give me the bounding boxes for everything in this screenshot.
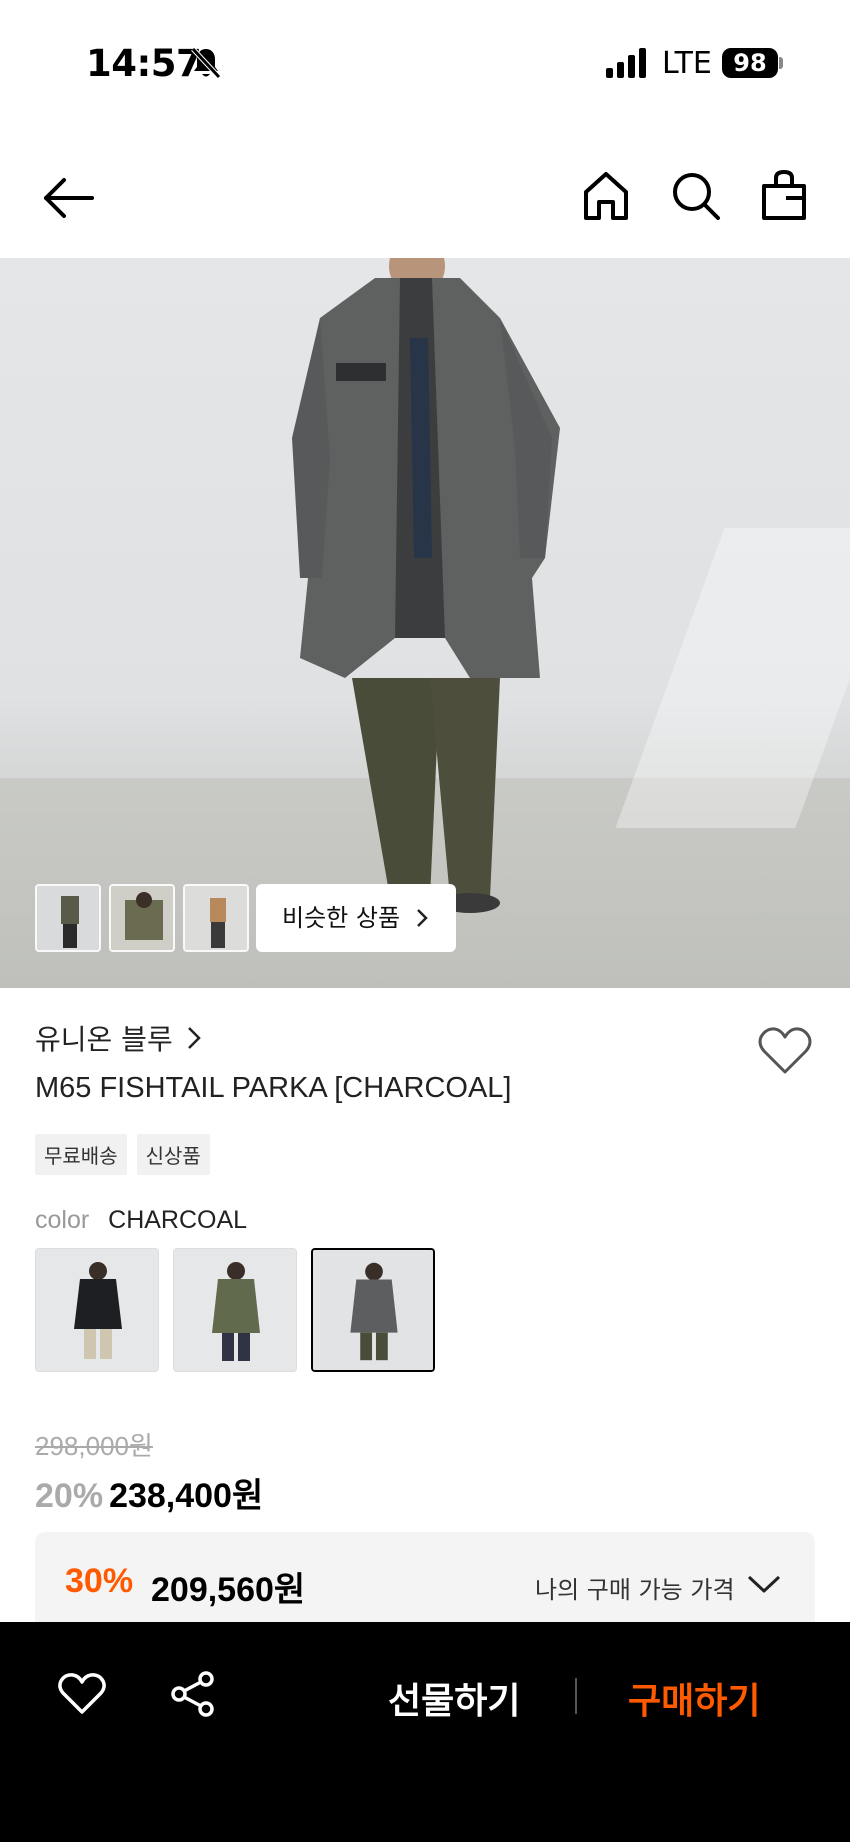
chevron-right-icon <box>417 909 428 927</box>
color-label: color <box>35 1206 90 1234</box>
chevron-right-icon <box>187 1027 201 1049</box>
buy-button[interactable]: 구매하기 <box>628 1672 760 1724</box>
brand-name: 유니온 블루 <box>35 1023 173 1056</box>
thumbnail-1[interactable] <box>35 884 101 952</box>
thumbnail-strip <box>35 884 249 952</box>
bottom-action-bar: 선물하기 구매하기 <box>0 1622 850 1842</box>
network-type: LTE <box>662 46 712 81</box>
tag-free-shipping: 무료배송 <box>35 1134 127 1175</box>
sale-price: 238,400원 <box>109 1477 264 1515</box>
color-swatch-khaki[interactable] <box>173 1248 297 1372</box>
search-icon[interactable] <box>668 168 724 224</box>
my-price-label: 나의 구매 가능 가격 <box>535 1576 735 1604</box>
color-value: CHARCOAL <box>108 1206 248 1234</box>
product-main-image[interactable]: 비슷한 상품 <box>0 258 850 988</box>
button-divider <box>575 1678 577 1714</box>
discount-rate: 20% <box>35 1477 104 1515</box>
battery-icon: 98 <box>722 48 778 78</box>
wishlist-heart-icon[interactable] <box>758 1026 812 1076</box>
price-row: 20% 238,400원 <box>35 1468 263 1517</box>
product-tags: 무료배송 신상품 <box>35 1134 210 1175</box>
similar-products-button[interactable]: 비슷한 상품 <box>256 884 456 952</box>
thumbnail-3[interactable] <box>183 884 249 952</box>
thumbnail-2[interactable] <box>109 884 175 952</box>
gift-button[interactable]: 선물하기 <box>388 1672 520 1724</box>
shopping-bag-icon[interactable] <box>758 168 810 224</box>
original-price: 298,000원 <box>35 1431 153 1461</box>
home-icon[interactable] <box>580 168 632 224</box>
model-figure <box>292 258 560 913</box>
color-swatches <box>35 1248 435 1372</box>
similar-products-label: 비슷한 상품 <box>282 904 401 932</box>
product-title: M65 FISHTAIL PARKA [CHARCOAL] <box>35 1072 512 1104</box>
chevron-down-icon[interactable] <box>747 1574 781 1594</box>
status-time: 14:57 <box>86 42 202 85</box>
color-row: color CHARCOAL <box>35 1206 247 1235</box>
share-icon[interactable] <box>170 1670 216 1718</box>
signal-icon <box>606 48 646 78</box>
tag-new-arrival: 신상품 <box>136 1134 210 1175</box>
my-price-amount: 209,560원 <box>151 1571 306 1609</box>
brand-link[interactable]: 유니온 블루 <box>35 1018 201 1058</box>
top-nav <box>0 150 850 260</box>
color-swatch-charcoal[interactable] <box>311 1248 435 1372</box>
status-bar: 14:57 LTE 98 <box>0 0 850 125</box>
color-swatch-black[interactable] <box>35 1248 159 1372</box>
my-discount-rate: 30% <box>65 1562 134 1600</box>
heart-icon[interactable] <box>58 1672 106 1716</box>
back-arrow-icon[interactable] <box>40 170 96 226</box>
bell-muted-icon <box>191 47 221 79</box>
battery-cap <box>779 57 783 69</box>
